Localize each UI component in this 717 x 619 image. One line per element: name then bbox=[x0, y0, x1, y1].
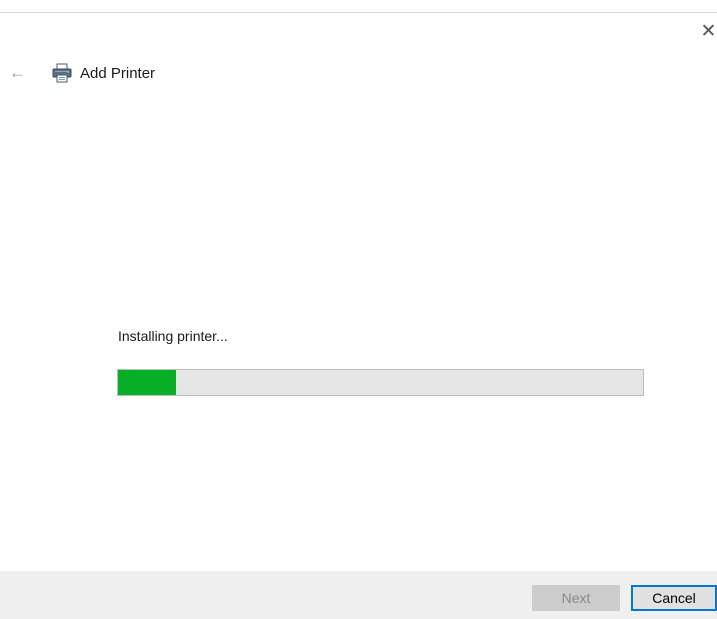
printer-icon bbox=[52, 63, 72, 83]
progress-bar bbox=[117, 369, 644, 396]
window-top-border bbox=[0, 12, 717, 13]
next-button[interactable]: Next bbox=[532, 585, 620, 611]
close-icon[interactable]: ✕ bbox=[700, 22, 717, 42]
status-text: Installing printer... bbox=[118, 328, 228, 344]
cancel-button[interactable]: Cancel bbox=[631, 585, 717, 611]
progress-bar-fill bbox=[118, 370, 176, 395]
back-arrow-icon[interactable]: ← bbox=[9, 64, 29, 82]
page-title: Add Printer bbox=[80, 65, 156, 82]
add-printer-dialog: ✕ ← Add Printer Installing printer... Ne… bbox=[0, 0, 717, 619]
